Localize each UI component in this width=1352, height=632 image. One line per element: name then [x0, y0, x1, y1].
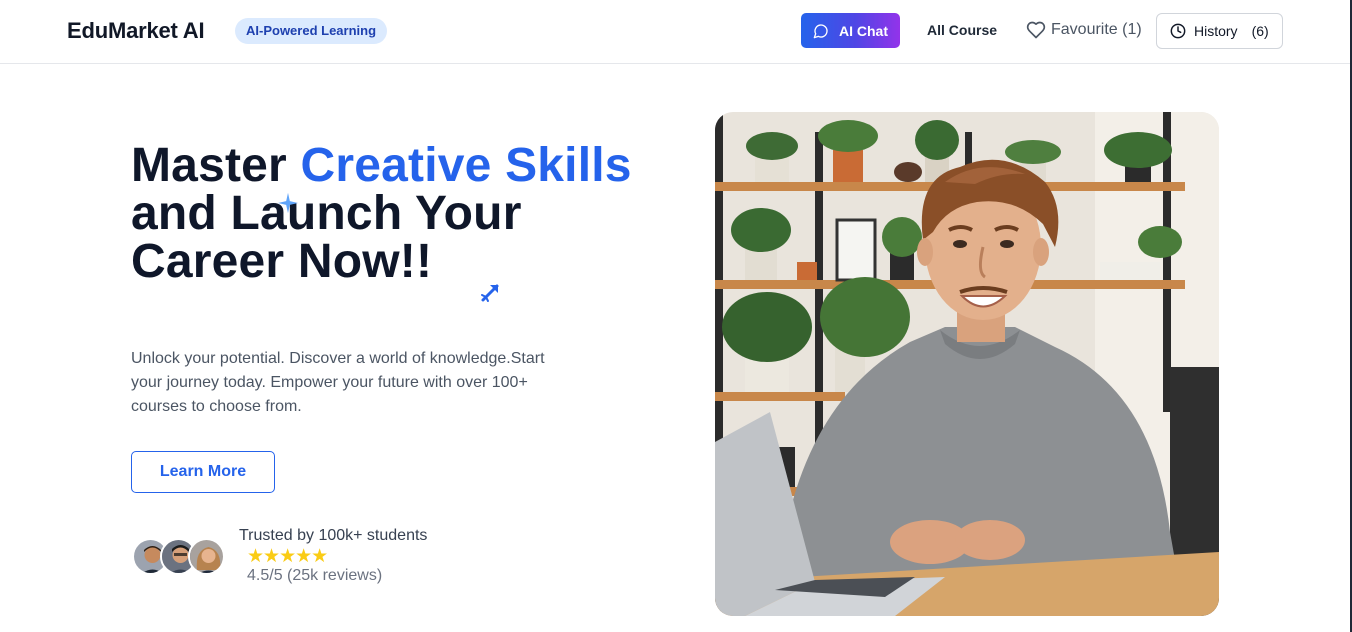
favourite-label: Favourite (1) [1051, 21, 1142, 38]
rating-stars: ★★★★★ [247, 546, 328, 567]
trust-title: Trusted by 100k+ students [239, 527, 428, 544]
chat-bubble-icon [813, 23, 828, 38]
headline-part-2: and Launch Your Career Now!! [131, 187, 522, 288]
top-navbar: EduMarket AI AI-Powered Learning AI Chat… [0, 0, 1350, 64]
brand-logo-text[interactable]: EduMarket AI [67, 18, 205, 44]
hero-headline: Master Creative Skills and Launch Your Ca… [131, 142, 651, 286]
hero-student-photo [715, 112, 1219, 616]
heart-icon [1026, 21, 1046, 39]
arrow-up-right-icon [481, 284, 499, 302]
learn-more-button[interactable]: Learn More [131, 451, 275, 493]
history-count: (6) [1251, 23, 1269, 39]
ai-tagline-badge: AI-Powered Learning [235, 18, 388, 44]
headline-part-1: Master [131, 139, 301, 192]
ai-chat-button[interactable]: AI Chat [801, 13, 900, 48]
headline-accent: Creative Skills [300, 139, 632, 192]
ai-chat-label: AI Chat [839, 22, 888, 39]
history-label: History [1194, 23, 1238, 39]
all-course-link[interactable]: All Course [927, 22, 997, 38]
sparkle-icon [277, 192, 299, 214]
favourite-link[interactable]: Favourite (1) [1026, 20, 1142, 40]
student-avatars [132, 538, 232, 576]
history-button[interactable]: History (6) [1156, 13, 1283, 49]
hero-description: Unlock your potential. Discover a world … [131, 350, 545, 415]
clock-icon [1170, 23, 1186, 39]
avatar [188, 538, 225, 575]
rating-text: 4.5/5 (25k reviews) [247, 567, 383, 584]
